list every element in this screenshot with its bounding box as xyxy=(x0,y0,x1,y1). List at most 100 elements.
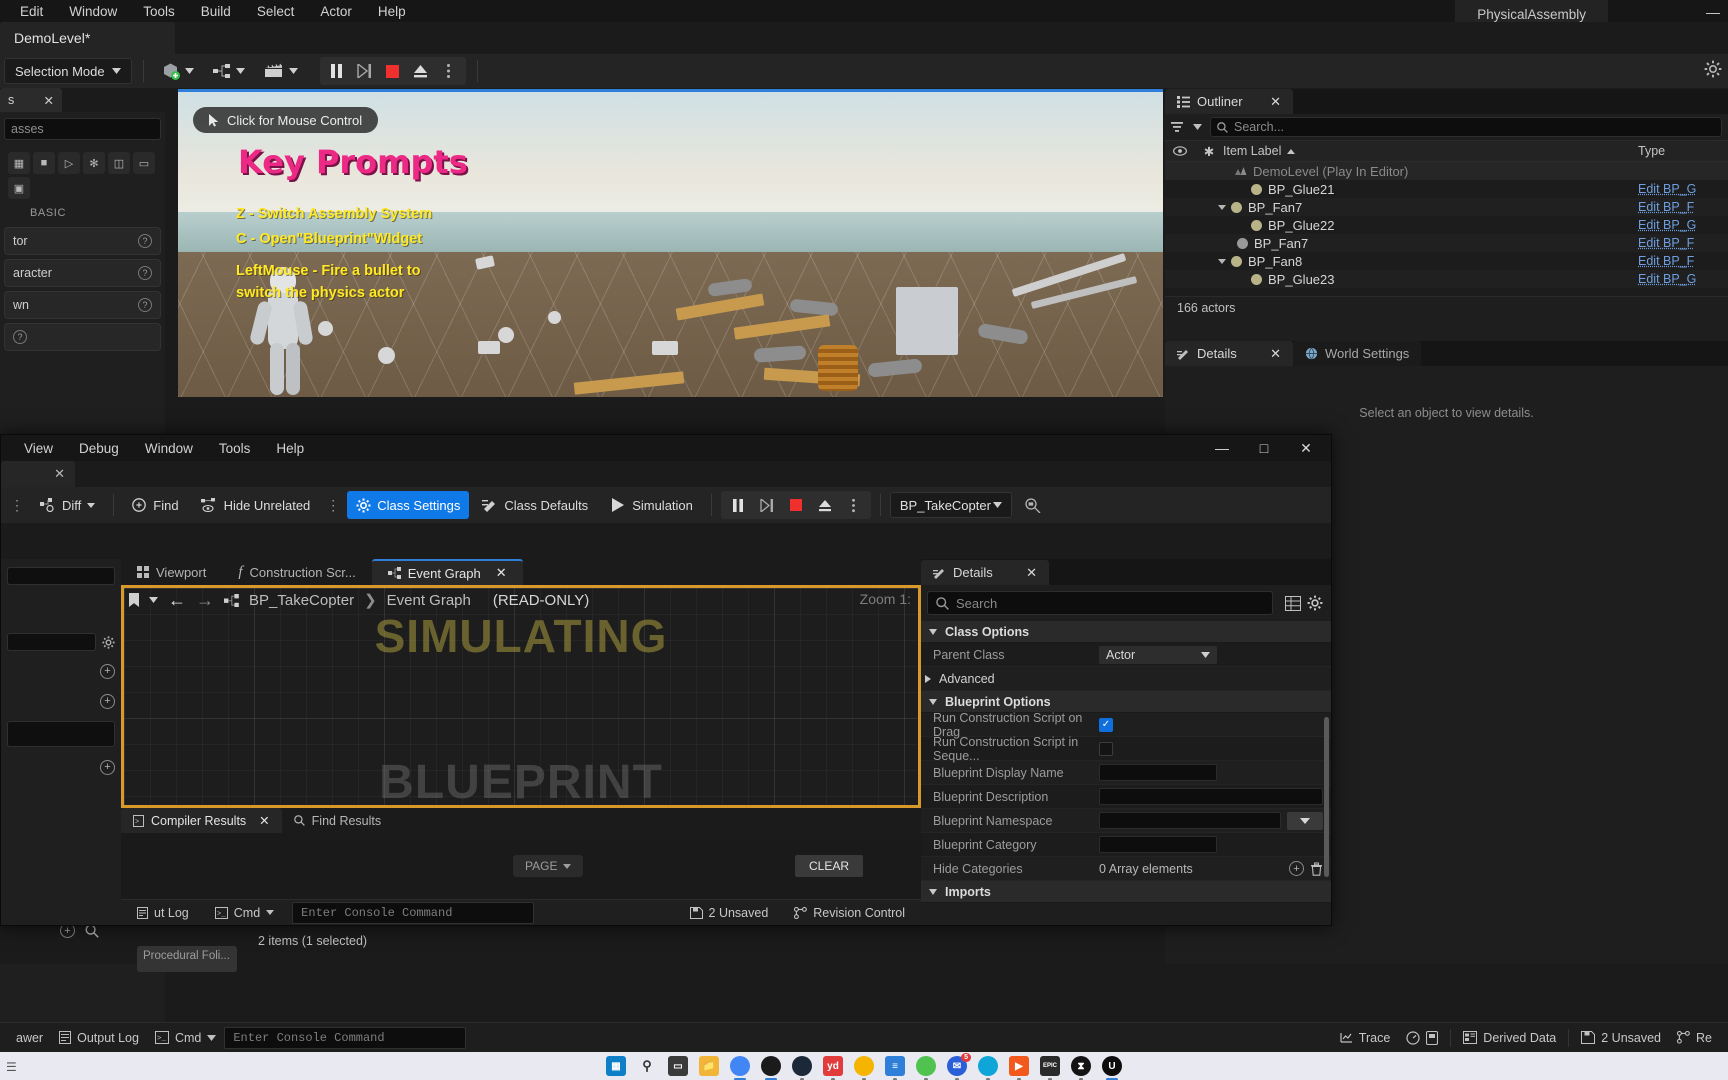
help-icon[interactable]: ? xyxy=(138,266,152,280)
chevron-down-icon[interactable] xyxy=(1218,204,1226,210)
place-actors-search[interactable]: asses xyxy=(4,118,161,140)
outliner-item-type[interactable]: Edit BP_G xyxy=(1638,182,1728,196)
close-icon[interactable]: ✕ xyxy=(44,93,54,108)
outliner-item-type[interactable]: Edit BP_F xyxy=(1638,200,1728,214)
close-icon[interactable]: ✕ xyxy=(54,466,65,482)
table-row[interactable]: BP_Glue21 Edit BP_G xyxy=(1165,180,1728,198)
class-settings-button[interactable]: Class Settings xyxy=(347,491,470,519)
tab-outliner[interactable]: Outliner ✕ xyxy=(1165,89,1293,114)
place-actor-item-actor[interactable]: tor ? xyxy=(4,227,161,255)
tab-find-results[interactable]: Find Results xyxy=(282,808,393,833)
blueprint-display-name-input[interactable] xyxy=(1099,764,1217,781)
output-log-button[interactable]: Output Log xyxy=(51,1027,147,1049)
menu-item-help[interactable]: Help xyxy=(366,2,418,21)
bp-menu-tools[interactable]: Tools xyxy=(206,438,264,459)
page-dropdown[interactable]: PAGE xyxy=(513,855,584,877)
blueprint-asset-tab[interactable]: ✕ xyxy=(1,461,75,487)
main-window-minimize[interactable]: — xyxy=(1706,4,1720,20)
menu-item-tools[interactable]: Tools xyxy=(131,2,187,21)
unsaved-button[interactable]: 2 Unsaved xyxy=(1573,1027,1669,1049)
outliner-item-type[interactable]: Edit BP_G xyxy=(1638,272,1728,286)
level-viewport[interactable]: Click for Mouse Control Key Prompts Z - … xyxy=(178,89,1163,397)
eject-button[interactable] xyxy=(408,59,434,83)
toolbar-overflow-icon[interactable]: ⋮ xyxy=(7,497,27,514)
bp-menu-help[interactable]: Help xyxy=(263,438,317,459)
content-drawer-button[interactable]: awer xyxy=(8,1027,51,1049)
close-icon[interactable]: ✕ xyxy=(1026,565,1037,581)
help-icon[interactable]: ? xyxy=(13,330,27,344)
tab-construction-script[interactable]: f Construction Scr... xyxy=(222,559,371,585)
bp-details-search-input[interactable]: Search xyxy=(927,591,1273,615)
add-macro-row[interactable]: + xyxy=(7,757,115,777)
taskbar-overflow-icon[interactable]: ☰ xyxy=(6,1060,17,1074)
place-actors-tab[interactable]: s ✕ xyxy=(0,88,62,112)
taskbar-obs[interactable]: ⧗ xyxy=(1071,1056,1091,1080)
settings-gear-icon[interactable] xyxy=(1704,60,1722,78)
bookmark-icon[interactable] xyxy=(129,593,139,607)
lights-icon[interactable]: ▷ xyxy=(58,152,80,174)
forward-arrow-icon[interactable]: → xyxy=(196,590,214,611)
help-icon[interactable]: ? xyxy=(138,298,152,312)
all-classes-icon[interactable]: ▦ xyxy=(8,152,30,174)
bp-cmd-dropdown[interactable]: >_ Cmd xyxy=(207,902,282,924)
cmd-dropdown[interactable]: >_ Cmd xyxy=(147,1027,224,1049)
menu-item-window[interactable]: Window xyxy=(57,2,129,21)
pinned-column-icon[interactable]: ✱ xyxy=(1195,144,1223,159)
add-icon[interactable]: + xyxy=(100,759,115,775)
checkbox-unchecked[interactable] xyxy=(1099,741,1113,756)
trace-button[interactable]: Trace xyxy=(1332,1027,1399,1049)
breadcrumb-root[interactable]: BP_TakeCopter xyxy=(249,592,354,609)
play-more-options-button[interactable] xyxy=(436,59,462,83)
taskbar-epic-games[interactable]: EPIC xyxy=(1040,1056,1060,1080)
blueprint-namespace-dropdown[interactable] xyxy=(1287,811,1323,830)
details-row-advanced[interactable]: Advanced xyxy=(921,667,1331,691)
taskbar-steam[interactable] xyxy=(792,1056,812,1080)
level-tab-demolevel[interactable]: DemoLevel* xyxy=(0,22,175,54)
table-row[interactable]: BP_Glue23 Edit BP_G xyxy=(1165,270,1728,288)
tab-viewport[interactable]: Viewport xyxy=(121,559,222,585)
chevron-down-icon[interactable] xyxy=(149,597,158,603)
blueprint-namespace-input[interactable] xyxy=(1099,812,1281,829)
simulation-button[interactable]: Simulation xyxy=(601,491,702,519)
tab-event-graph[interactable]: Event Graph ✕ xyxy=(371,559,523,585)
taskbar-youdao[interactable]: yd xyxy=(823,1056,843,1080)
taskbar-windows-start[interactable]: ▦ xyxy=(606,1056,626,1076)
outliner-item-type[interactable]: Edit BP_F xyxy=(1638,254,1728,268)
tab-bp-details[interactable]: Details ✕ xyxy=(921,560,1049,585)
eject-button[interactable] xyxy=(812,493,838,517)
bp-revision-control-button[interactable]: Revision Control xyxy=(786,902,913,924)
add-variable-row[interactable]: + xyxy=(7,661,115,681)
taskbar-wechat[interactable] xyxy=(916,1056,936,1080)
taskbar-file-explorer[interactable]: 📁 xyxy=(699,1056,719,1076)
my-blueprint-field[interactable] xyxy=(7,567,115,585)
taskbar-chrome[interactable] xyxy=(730,1056,750,1080)
blueprint-category-input[interactable] xyxy=(1099,836,1217,853)
taskbar-edge[interactable] xyxy=(978,1056,998,1080)
debug-filter-button[interactable] xyxy=(1016,491,1051,519)
menu-item-edit[interactable]: Edit xyxy=(8,2,55,21)
taskbar-notes[interactable]: ≡ xyxy=(885,1056,905,1080)
close-icon[interactable]: ✕ xyxy=(1270,94,1281,110)
pause-button[interactable] xyxy=(324,59,350,83)
help-icon[interactable]: ? xyxy=(138,234,152,248)
outliner-level-row[interactable]: DemoLevel (Play In Editor) xyxy=(1165,162,1728,180)
stop-button[interactable] xyxy=(380,59,406,83)
volumes-icon[interactable]: ◫ xyxy=(108,152,130,174)
find-button[interactable]: Find xyxy=(123,491,187,519)
taskbar-video-player[interactable]: ▶ xyxy=(1009,1056,1029,1080)
add-icon[interactable]: + xyxy=(100,663,115,679)
table-row[interactable]: BP_Glue22 Edit BP_G xyxy=(1165,216,1728,234)
taskbar-unreal-launcher[interactable] xyxy=(761,1056,781,1080)
chevron-down-icon[interactable] xyxy=(1218,258,1226,264)
close-icon[interactable]: ✕ xyxy=(259,813,269,828)
revision-control-button[interactable]: Re xyxy=(1669,1027,1720,1049)
outliner-item-type[interactable]: Edit BP_G xyxy=(1638,218,1728,232)
parent-class-combo[interactable]: Actor xyxy=(1099,645,1217,664)
clear-button[interactable]: CLEAR xyxy=(794,855,863,877)
table-row[interactable]: BP_Fan8 Edit BP_F xyxy=(1165,252,1728,270)
gear-icon[interactable] xyxy=(1307,595,1323,611)
bp-output-log-button[interactable]: ut Log xyxy=(129,902,197,924)
shapes-icon[interactable]: ✻ xyxy=(83,152,105,174)
tab-world-settings[interactable]: World Settings xyxy=(1293,341,1422,366)
visibility-column-icon[interactable] xyxy=(1165,146,1195,156)
